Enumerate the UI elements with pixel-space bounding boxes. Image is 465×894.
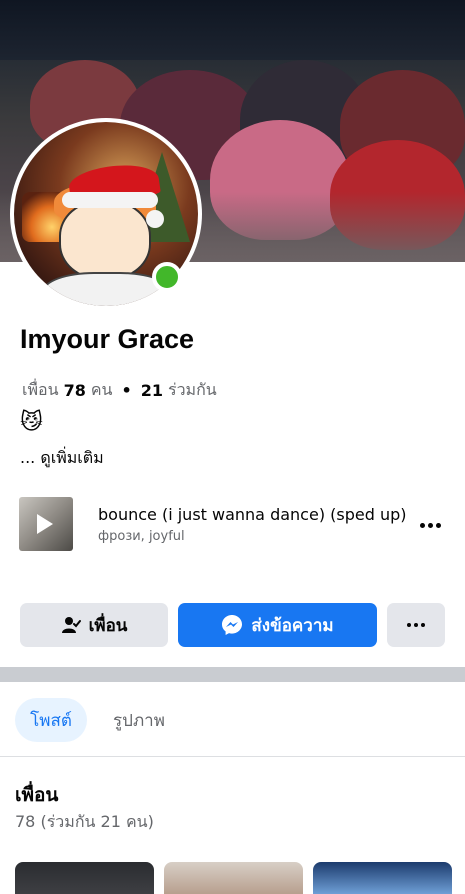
cover-background: [0, 0, 465, 60]
profile-name: Imyour Grace: [20, 324, 195, 354]
music-more-button[interactable]: [417, 513, 443, 537]
friends-count-line[interactable]: เพื่อน 78 คน • 21 ร่วมกัน: [22, 378, 217, 403]
message-button-label: ส่งข้อความ: [251, 615, 334, 636]
mutual-label: ร่วมกัน: [167, 380, 217, 399]
profile-music[interactable]: bounce (i just wanna dance) (sped up) фр…: [19, 497, 449, 553]
play-icon: [37, 514, 53, 534]
music-artist: фрози, joyful: [98, 529, 185, 544]
friends-count: 78: [63, 381, 86, 400]
friends-section-subtitle: 78 (ร่วมกัน 21 คน): [15, 812, 154, 831]
more-dot: [435, 522, 441, 528]
music-cover-thumbnail[interactable]: [19, 497, 73, 551]
friends-button[interactable]: เพื่อน: [20, 603, 168, 647]
more-dot: [407, 623, 411, 627]
more-options-button[interactable]: [387, 603, 445, 647]
tabs-divider: [0, 756, 465, 757]
see-more-link[interactable]: ... ดูเพิ่มเติม: [20, 446, 104, 471]
friends-prefix: เพื่อน: [22, 380, 59, 399]
santa-hat-band: [62, 192, 158, 208]
character-face: [59, 200, 151, 280]
mutual-count: 21: [140, 381, 163, 400]
more-horizontal-icon: [419, 522, 425, 528]
more-dot: [421, 623, 425, 627]
friend-thumbnail[interactable]: [164, 862, 303, 894]
bio-emoji: 😼: [20, 410, 43, 435]
santa-hat-pom: [146, 210, 164, 228]
friends-button-label: เพื่อน: [88, 615, 128, 636]
tab-photos[interactable]: รูปภาพ: [100, 698, 178, 742]
more-horizontal-icon: [407, 623, 425, 627]
person-check-icon: [61, 617, 81, 633]
more-dot: [414, 623, 418, 627]
messenger-icon: [222, 615, 243, 635]
separator-dot: •: [121, 381, 132, 400]
friend-thumbnail[interactable]: [15, 862, 154, 894]
online-status-icon: [152, 262, 182, 292]
more-dot: [427, 522, 433, 528]
message-button[interactable]: ส่งข้อความ: [178, 603, 377, 647]
friends-section-title: เพื่อน: [15, 784, 59, 806]
friends-unit: คน: [90, 380, 113, 399]
section-divider: [0, 667, 465, 682]
friend-thumbnail[interactable]: [313, 862, 452, 894]
music-title: bounce (i just wanna dance) (sped up): [98, 505, 407, 524]
tab-posts[interactable]: โพสต์: [15, 698, 87, 742]
